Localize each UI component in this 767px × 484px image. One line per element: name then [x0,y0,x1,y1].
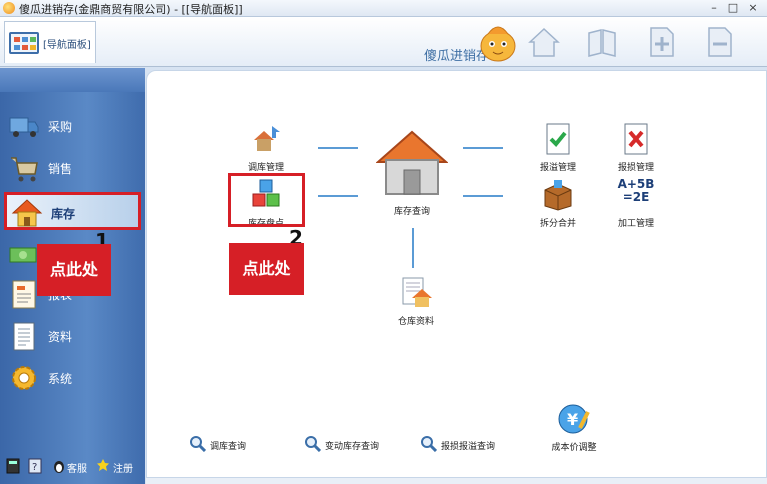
minimize-button[interactable]: – [706,1,722,15]
sidebar-item-label: 采购 [48,120,73,134]
help-icon[interactable]: ? [28,458,42,474]
sidebar-item-label: 资料 [48,330,73,344]
cost-adjust-node[interactable]: ¥ 成本价调整 [534,402,614,462]
sidebar-item-data[interactable]: 资料 [4,318,141,354]
node-label: 调库管理 [247,163,284,173]
connector-line [318,147,358,149]
loss-report-node[interactable]: 报损管理 [596,122,676,182]
title-bar: 傻瓜进销存(金鼎商贸有限公司) - [[导航面板]] – □ × [0,0,767,17]
node-label: 成本价调整 [551,443,597,453]
gear-icon [12,366,36,390]
service-link[interactable]: 客服 [67,460,87,475]
transfer-house-icon [254,126,280,151]
yen-coin-icon: ¥ [558,404,590,434]
truck-icon [9,117,39,137]
status-bar [146,478,767,484]
sidebar-item-inventory[interactable]: 库存 [4,192,141,230]
query-label: 调库查询 [210,442,247,452]
query-label: 变动库存查询 [325,442,380,452]
document-icon [13,322,35,351]
sidebar-item-label: 销售 [48,162,73,176]
tab-label: [导航面板] [43,40,91,51]
warehouse-sheet-icon [402,277,432,307]
formula-icon: A+5B =2E [617,177,655,204]
highlight-box-stocktake [228,173,305,227]
node-label: 库存查询 [393,207,430,217]
calculator-icon[interactable] [6,458,20,474]
callout-1: 点此处 [37,244,111,296]
cart-icon [11,157,38,182]
connector-line [318,195,358,197]
sidebar-item-sales[interactable]: 销售 [4,150,141,186]
report-icon [12,280,36,309]
toolbar: [导航面板] 傻瓜进销存 [0,17,767,67]
query-label: 报损报溢查询 [441,442,496,452]
magnifier-icon [190,436,206,452]
callout-2: 点此处 [229,243,304,295]
node-label: 加工管理 [617,219,654,229]
sidebar-item-system[interactable]: 系统 [4,360,141,396]
house-icon [11,199,43,227]
sidebar-header [0,68,145,92]
money-icon [9,247,37,263]
panel-icon [9,32,39,54]
connector-line [463,147,503,149]
sidebar-footer: ? 客服 注册 [0,452,145,482]
x-document-icon [624,123,648,155]
connector-line [412,228,414,268]
app-icon [3,2,15,14]
sidebar-item-label: 系统 [48,372,73,386]
connector-line [463,195,503,197]
sidebar-item-label: 库存 [51,207,76,221]
penguin-service-icon [54,461,64,473]
check-document-icon [546,123,570,155]
book-icon[interactable] [585,25,619,59]
processing-node[interactable]: A+5B =2E 加工管理 [596,178,676,238]
svg-text:¥: ¥ [567,410,578,429]
close-button[interactable]: × [745,1,761,15]
magnifier-icon [421,436,437,452]
node-label: 报溢管理 [539,163,576,173]
star-icon [97,459,109,471]
home-icon[interactable] [527,25,561,59]
overflow-report-node[interactable]: 报溢管理 [518,122,598,182]
tab-navigation-panel[interactable]: [导航面板] [4,21,96,63]
box-icon [544,180,572,211]
register-link[interactable]: 注册 [113,460,133,475]
split-merge-node[interactable]: 拆分合并 [518,178,598,238]
warehouse-data-node[interactable]: 仓库资料 [376,276,456,336]
inventory-query-node[interactable]: 库存查询 [372,128,452,217]
add-document-icon[interactable] [644,25,678,59]
node-label: 仓库资料 [397,317,434,327]
mascot-logo-icon [480,26,516,62]
maximize-button[interactable]: □ [725,1,741,15]
warehouse-icon [376,130,448,195]
sidebar-item-purchase[interactable]: 采购 [4,108,141,144]
node-label: 报损管理 [617,163,654,173]
window-title: 傻瓜进销存(金鼎商贸有限公司) - [[导航面板]] [19,3,243,16]
svg-text:?: ? [32,462,37,473]
magnifier-icon [305,436,321,452]
remove-document-icon[interactable] [702,25,736,59]
node-label: 拆分合并 [539,219,576,229]
